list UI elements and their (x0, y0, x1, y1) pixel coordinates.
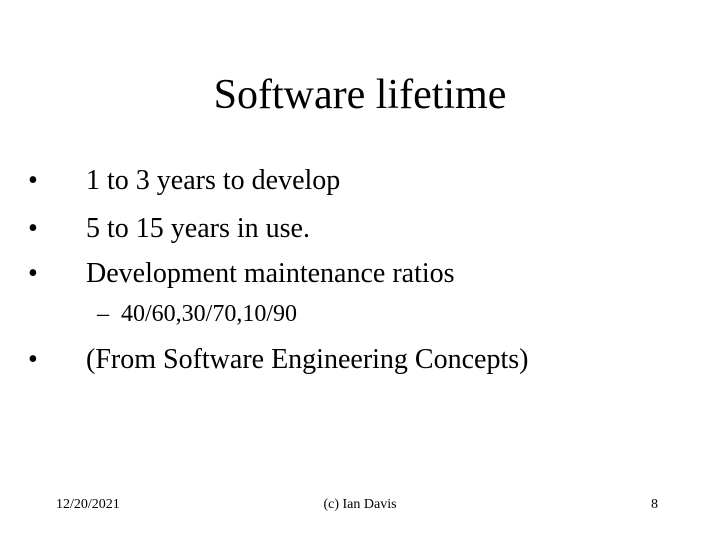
slide: Software lifetime • 1 to 3 years to devel… (0, 0, 720, 540)
footer-author: (c) Ian Davis (323, 497, 397, 512)
bullet-marker: • (28, 213, 38, 244)
bullet-text: Development maintenance ratios (86, 258, 455, 289)
bullet-item: • 5 to 15 years in use. (28, 212, 310, 246)
bullet-item: • Development maintenance ratios (28, 257, 455, 291)
bullet-item: • (From Software Engineering Concepts) (28, 343, 528, 377)
sub-bullet-item: –40/60,30/70,10/90 (97, 299, 297, 329)
sub-bullet-marker: – (97, 301, 109, 327)
sub-bullet-text: 40/60,30/70,10/90 (121, 301, 298, 327)
bullet-marker: • (28, 344, 38, 375)
bullet-text: 1 to 3 years to develop (86, 165, 341, 196)
bullet-item: • 1 to 3 years to develop (28, 164, 340, 198)
bullet-marker: • (28, 258, 38, 289)
footer-page-number: 8 (651, 497, 658, 512)
bullet-marker: • (28, 165, 38, 196)
bullet-text: (From Software Engineering Concepts) (86, 344, 529, 375)
bullet-text: 5 to 15 years in use. (86, 213, 310, 244)
slide-title: Software lifetime (213, 72, 507, 118)
